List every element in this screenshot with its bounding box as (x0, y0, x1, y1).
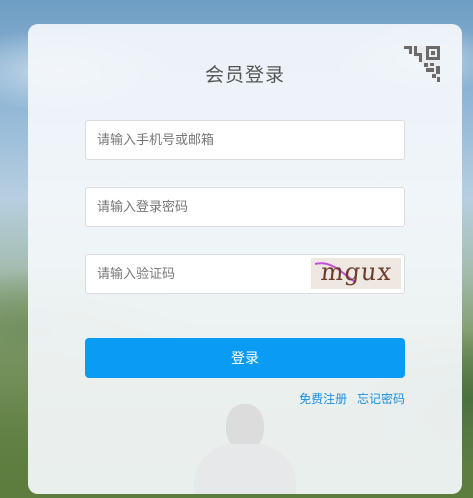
captcha-image[interactable]: mgux (311, 258, 401, 289)
auth-links: 免费注册 忘记密码 (293, 390, 405, 407)
login-card: 会员登录 mgux 登录 免费注册 忘记密码 (28, 24, 462, 494)
page-title: 会员登录 (204, 64, 285, 86)
account-input[interactable] (85, 120, 405, 160)
register-link[interactable]: 免费注册 (299, 392, 347, 406)
password-input[interactable] (85, 187, 405, 227)
captcha-row: mgux (85, 254, 405, 294)
person-silhouette-image (190, 402, 300, 494)
forgot-password-link[interactable]: 忘记密码 (357, 392, 405, 406)
captcha-text: mgux (319, 258, 394, 286)
login-button[interactable]: 登录 (85, 338, 405, 378)
